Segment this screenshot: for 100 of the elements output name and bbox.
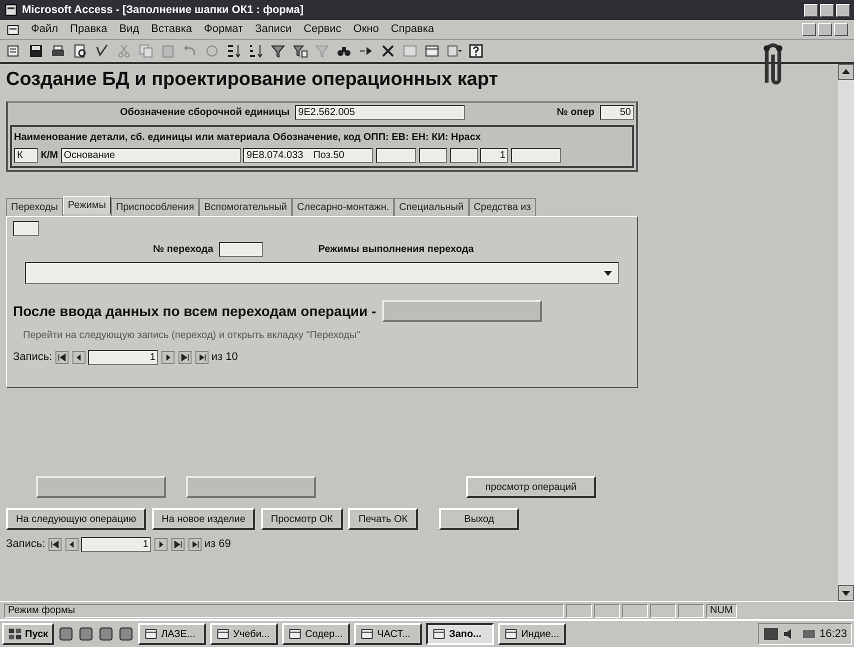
save-icon[interactable]	[28, 43, 44, 59]
maximize-button[interactable]	[820, 4, 834, 16]
first-record-icon[interactable]	[54, 350, 69, 364]
operation-number-field[interactable]: 50	[600, 104, 634, 120]
taskbar-button[interactable]: ЧАСТ...	[354, 623, 422, 645]
form-button[interactable]: Выход	[439, 508, 520, 530]
part-name-field[interactable]: Основание	[60, 148, 241, 163]
window-icon	[144, 627, 158, 641]
status-panel	[650, 604, 676, 618]
menu-item[interactable]: Окно	[352, 21, 380, 38]
print-preview-icon[interactable]	[72, 43, 88, 59]
print-icon[interactable]	[50, 43, 66, 59]
spelling-icon[interactable]	[94, 43, 110, 59]
form-icon	[6, 22, 20, 36]
column-header: ЕВ:	[392, 131, 409, 145]
hint-text: Перейти на следующую запись (переход) и открыть вкладку "Переходы"	[23, 328, 362, 343]
column-header: ЕН:	[412, 131, 429, 145]
sort-ascending-icon[interactable]	[226, 43, 242, 59]
step-number-field[interactable]	[218, 242, 263, 257]
field-label: К/М	[40, 148, 58, 163]
form-button[interactable]: Печать ОК	[348, 508, 418, 530]
close-button[interactable]	[834, 23, 848, 36]
form-button[interactable]: На следующую операцию	[6, 508, 146, 530]
record-number-field[interactable]: 1	[81, 536, 152, 552]
menu-item[interactable]: Формат	[203, 21, 244, 38]
tab[interactable]: Вспомогательный	[199, 198, 292, 216]
column-header: ОПП:	[363, 131, 389, 145]
scroll-up-icon[interactable]	[838, 64, 854, 80]
record-number-field[interactable]: 1	[88, 350, 158, 364]
menu-item[interactable]: Вид	[118, 21, 140, 38]
tab[interactable]: Средства из	[468, 198, 536, 216]
filter-form-icon[interactable]	[292, 43, 308, 59]
menu-item[interactable]: Записи	[254, 21, 293, 38]
field-label: Режимы выполнения перехода	[318, 242, 474, 257]
start-button[interactable]: Пуск	[2, 623, 54, 645]
record-count: из 10	[211, 350, 238, 365]
form-icon	[4, 3, 18, 17]
norm-field[interactable]	[511, 148, 562, 163]
kind-field[interactable]: К	[14, 148, 38, 163]
column-header: Наименование детали, сб. единицы или материала	[14, 131, 270, 145]
menu-item[interactable]: Правка	[69, 21, 108, 38]
clock-text: 16:23	[819, 626, 847, 642]
tab[interactable]: Слесарно-монтажн.	[292, 198, 394, 216]
dropdown-arrow-icon	[604, 270, 612, 276]
taskbar-button[interactable]: Запо...	[426, 623, 494, 645]
tab[interactable]: Специальный	[394, 198, 469, 216]
ev-field[interactable]	[418, 148, 447, 163]
last-record-icon[interactable]	[178, 350, 192, 364]
close-button[interactable]	[836, 4, 850, 16]
small-field[interactable]	[13, 220, 39, 236]
part-code-field[interactable]: 9Е8.074.033 Поз.50	[243, 148, 374, 163]
window-icon	[432, 627, 446, 641]
window-icon	[288, 627, 302, 641]
form-button[interactable]: просмотр операций	[466, 476, 596, 498]
next-record-icon[interactable]	[154, 538, 168, 550]
first-record-icon[interactable]	[48, 538, 62, 550]
scroll-down-icon[interactable]	[838, 585, 854, 601]
taskbar-button[interactable]: Учеби...	[210, 623, 278, 645]
menu-item[interactable]: Сервис	[302, 21, 342, 38]
copy-icon[interactable]	[138, 43, 154, 59]
previous-record-icon[interactable]	[64, 538, 79, 550]
section-label: После ввода данных по всем переходам операции -	[13, 302, 376, 321]
new-record-icon[interactable]	[188, 538, 202, 550]
ki-field[interactable]: 1	[480, 148, 508, 163]
delete-record-icon[interactable]	[380, 43, 396, 59]
form-button[interactable]: Просмотр ОК	[260, 508, 343, 530]
sort-descending-icon[interactable]	[248, 43, 264, 59]
filter-icon[interactable]	[270, 43, 286, 59]
tab[interactable]: Режимы	[62, 196, 111, 214]
minimize-button[interactable]	[804, 4, 818, 16]
taskbar-button[interactable]: Содер...	[282, 623, 350, 645]
record-label: Запись:	[13, 350, 52, 365]
menu-item[interactable]: Вставка	[150, 21, 194, 38]
modes-combo-box[interactable]	[25, 262, 619, 284]
opp-field[interactable]	[376, 148, 416, 163]
previous-record-icon[interactable]	[72, 350, 86, 364]
en-field[interactable]	[450, 148, 478, 163]
next-record-icon[interactable]	[161, 350, 176, 364]
menu-item[interactable]: Файл	[30, 21, 60, 38]
column-header: Обозначение, код	[272, 131, 361, 145]
record-count: из 69	[204, 536, 231, 552]
minimize-button[interactable]	[802, 23, 816, 36]
taskbar-button[interactable]: ЛАЗЕ...	[138, 623, 206, 645]
form-button[interactable]: На новое изделие	[152, 508, 256, 530]
database-window-icon[interactable]	[424, 43, 440, 59]
record-label: Запись:	[6, 536, 46, 552]
menu-item[interactable]: Справка	[390, 21, 435, 38]
last-record-icon[interactable]	[170, 538, 185, 550]
tab[interactable]: Переходы	[6, 198, 63, 216]
column-header: КИ:	[432, 131, 448, 145]
window-title: Microsoft Access - [Заполнение шапки ОК1 : форма]	[22, 2, 304, 18]
assembly-code-field[interactable]: 9Е2.562.005	[295, 104, 466, 120]
taskbar-button[interactable]: Индие...	[498, 623, 566, 645]
window-icon	[504, 627, 518, 641]
help-icon[interactable]	[468, 43, 484, 59]
restore-button[interactable]	[818, 23, 832, 36]
tab[interactable]: Приспособления	[110, 198, 200, 216]
status-panel	[678, 604, 704, 618]
new-record-icon[interactable]	[194, 350, 209, 364]
new-object-icon[interactable]	[446, 43, 462, 59]
